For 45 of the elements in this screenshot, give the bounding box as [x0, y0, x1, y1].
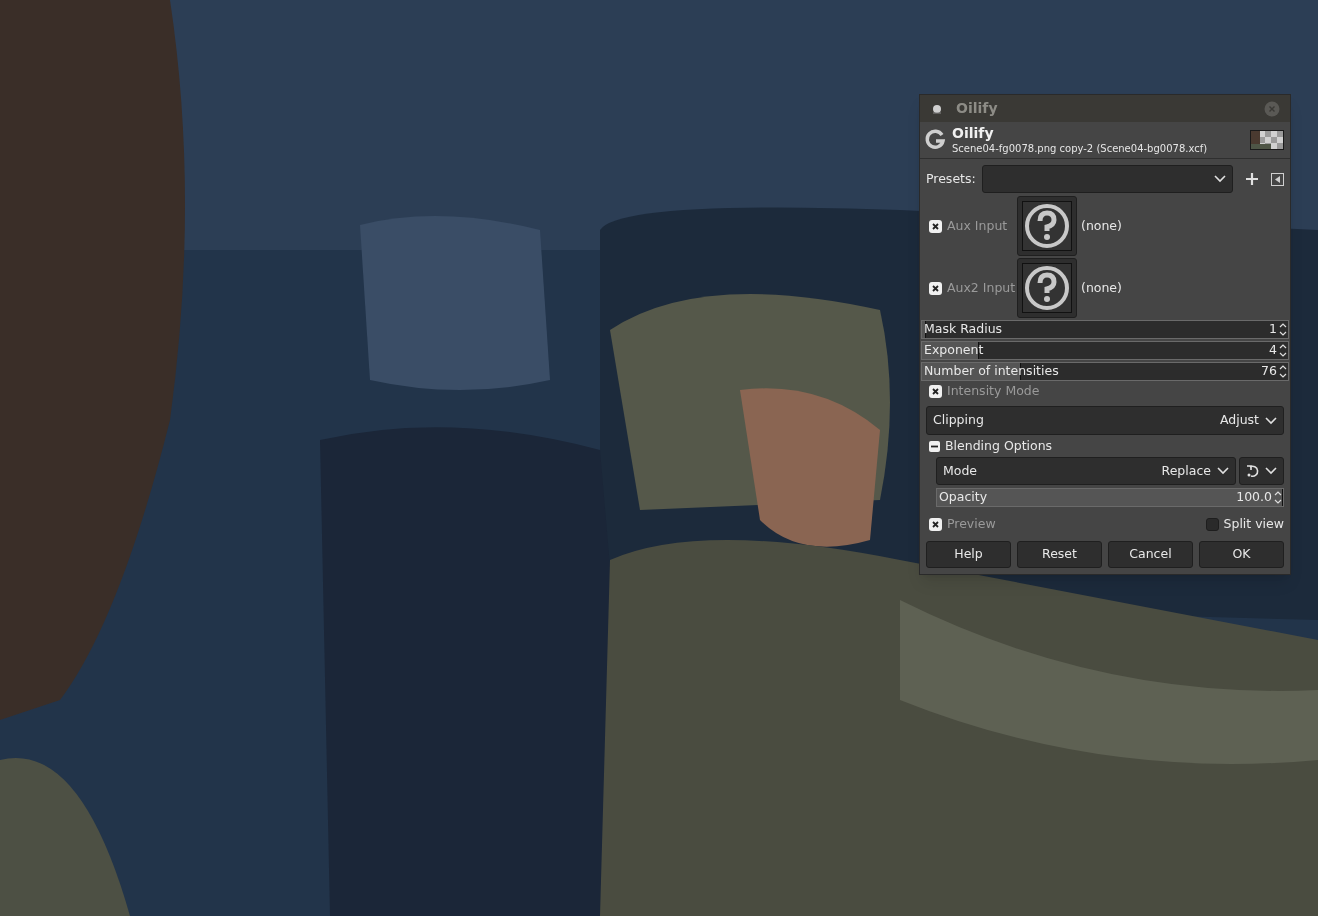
input-picker[interactable] [1017, 258, 1077, 318]
spin-arrows-icon[interactable] [1279, 343, 1287, 358]
panel-menu-icon[interactable] [1271, 172, 1284, 186]
dialog-button[interactable]: Cancel [1108, 541, 1193, 568]
spin-arrows-icon[interactable] [1279, 322, 1287, 337]
slider-field[interactable]: Number of intensities 76 [921, 362, 1289, 381]
expander-toggle[interactable] [929, 440, 940, 452]
aux-input-label: Aux Input [947, 216, 1008, 235]
dialog-button[interactable]: Help [926, 541, 1011, 568]
dialog-heading: Oilify [952, 125, 995, 143]
chevron-down-icon [1214, 175, 1226, 183]
aux-input-value: (none) [1081, 278, 1122, 297]
question-mark-icon [1022, 201, 1072, 251]
presets-label: Presets: [926, 169, 976, 188]
chevron-down-icon [1265, 416, 1277, 425]
checkbox[interactable] [1205, 517, 1219, 531]
checkbox[interactable] [929, 517, 942, 531]
slider-field[interactable]: Mask Radius 1 [921, 320, 1289, 339]
aux-input-value: (none) [1081, 216, 1122, 235]
slider-field[interactable]: Exponent 4 [921, 341, 1289, 360]
slider-field[interactable]: Opacity 100.0 [936, 488, 1284, 507]
input-picker[interactable] [1017, 196, 1077, 256]
add-icon[interactable] [1245, 172, 1259, 186]
blending-options-label: Blending Options [945, 436, 1053, 455]
preview-label: Preview [947, 514, 997, 533]
spin-arrows-icon[interactable] [1279, 364, 1287, 379]
layer-thumbnail-icon [1250, 130, 1284, 150]
split-view-label: Split view [1223, 514, 1284, 533]
chevron-down-icon [1217, 467, 1229, 475]
mode-dropdown[interactable]: Mode Replace [936, 457, 1236, 485]
rotate-icon [1246, 464, 1260, 478]
checkbox[interactable] [929, 219, 942, 233]
window-title: Oilify [956, 99, 999, 118]
aux-input-label: Aux2 Input [947, 278, 1016, 297]
dialog-button[interactable]: Reset [1017, 541, 1102, 568]
image-name: Scene04-fg0078.png copy-2 (Scene04-bg0078.xcf) [952, 142, 1209, 155]
composite-button[interactable] [1239, 457, 1284, 485]
intensity-mode-label: Intensity Mode [947, 382, 1040, 401]
question-mark-icon [1022, 263, 1072, 313]
spin-arrows-icon[interactable] [1274, 490, 1282, 505]
checkbox[interactable] [929, 281, 942, 295]
chevron-down-icon [1265, 467, 1277, 475]
checkbox[interactable] [929, 385, 942, 398]
clipping-dropdown[interactable]: Clipping Adjust [926, 406, 1284, 435]
dialog-button[interactable]: OK [1199, 541, 1284, 568]
